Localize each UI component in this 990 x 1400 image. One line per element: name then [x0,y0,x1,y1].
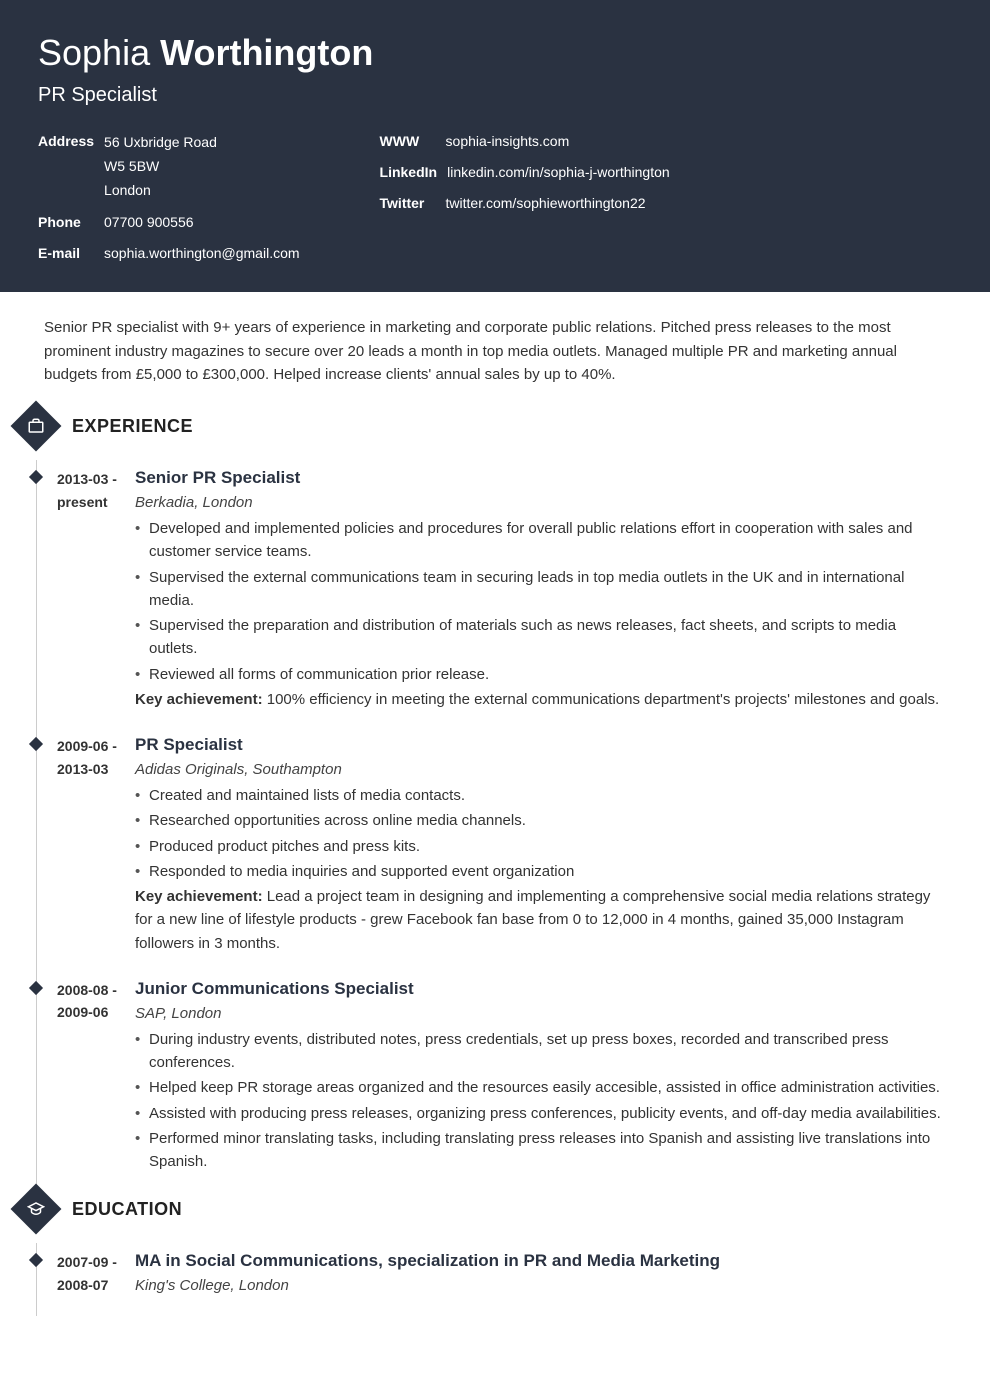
summary-text: Senior PR specialist with 9+ years of ex… [44,316,946,386]
experience-timeline: 2013-03 - present Senior PR Specialist Ber… [36,460,946,1191]
key-achievement: Key achievement: Lead a project team in … [135,885,946,955]
entry-subtitle: King's College, London [135,1277,946,1294]
bullet-item: Developed and implemented policies and p… [135,517,946,564]
address-line: 56 Uxbridge Road [104,131,217,155]
entry-title: Senior PR Specialist [135,468,946,488]
entry-dates: 2013-03 - present [37,468,117,711]
contact-twitter: Twitter twitter.com/sophieworthington22 [380,193,670,214]
contact-value: linkedin.com/in/sophia-j-worthington [447,162,670,183]
contact-value: twitter.com/sophieworthington22 [446,193,646,214]
bullet-item: Supervised the preparation and distribut… [135,614,946,661]
section-title: EXPERIENCE [72,416,193,437]
resume-header: Sophia Worthington PR Specialist Address… [0,0,990,292]
entry-body: MA in Social Communications, specializat… [135,1251,946,1300]
contact-label: LinkedIn [380,162,438,183]
timeline-entry: 2009-06 - 2013-03 PR Specialist Adidas Ori… [37,727,946,971]
section-education: EDUCATION 2007-09 - 2008-07MA in Social … [44,1191,946,1316]
key-achievement-label: Key achievement: [135,888,263,905]
contact-address: Address 56 Uxbridge Road W5 5BW London [38,131,300,202]
last-name: Worthington [160,32,373,73]
person-name: Sophia Worthington [38,32,952,74]
contact-value: sophia.worthington@gmail.com [104,243,300,264]
contact-value: sophia-insights.com [446,131,570,152]
bullet-item: Assisted with producing press releases, … [135,1102,946,1125]
graduation-cap-icon [11,1184,62,1235]
entry-body: Junior Communications Specialist SAP, Lon… [135,979,946,1176]
education-timeline: 2007-09 - 2008-07 MA in Social Communicat… [36,1243,946,1316]
entry-subtitle: Adidas Originals, Southampton [135,761,946,778]
key-achievement: Key achievement: 100% efficiency in meet… [135,688,946,711]
contact-label: Address [38,131,94,202]
contact-col-left: Address 56 Uxbridge Road W5 5BW London P… [38,131,300,264]
first-name: Sophia [38,32,150,73]
contact-label: Phone [38,212,94,233]
entry-body: PR Specialist Adidas Originals, Southampt… [135,735,946,955]
bullet-item: Researched opportunities across online m… [135,809,946,832]
entry-body: Senior PR Specialist Berkadia, London Deve… [135,468,946,711]
section-header: EDUCATION [44,1191,946,1227]
contact-www: WWW sophia-insights.com [380,131,670,152]
contact-value: 56 Uxbridge Road W5 5BW London [104,131,217,202]
timeline-entry: 2013-03 - present Senior PR Specialist Ber… [37,460,946,727]
section-header: EXPERIENCE [44,408,946,444]
entry-title: MA in Social Communications, specializat… [135,1251,946,1271]
timeline-entry: 2008-08 - 2009-06Junior Communications S… [37,971,946,1192]
briefcase-icon [11,401,62,452]
bullet-item: Reviewed all forms of communication prio… [135,663,946,686]
address-line: W5 5BW [104,155,217,179]
section-experience: EXPERIENCE 2013-03 - presentSenior PR Sp… [44,408,946,1191]
contact-phone: Phone 07700 900556 [38,212,300,233]
entry-title: Junior Communications Specialist [135,979,946,999]
bullet-item: Responded to media inquiries and support… [135,860,946,883]
bullet-item: Helped keep PR storage areas organized a… [135,1076,946,1099]
contact-email: E-mail sophia.worthington@gmail.com [38,243,300,264]
contact-label: Twitter [380,193,436,214]
key-achievement-text: 100% efficiency in meeting the external … [263,691,940,708]
address-line: London [104,179,217,203]
section-title: EDUCATION [72,1199,182,1220]
contact-label: E-mail [38,243,94,264]
bullet-item: Supervised the external communications t… [135,566,946,613]
bullet-item: During industry events, distributed note… [135,1028,946,1075]
bullet-item: Performed minor translating tasks, inclu… [135,1127,946,1174]
contact-value: 07700 900556 [104,212,194,233]
contact-col-right: WWW sophia-insights.com LinkedIn linkedi… [380,131,670,264]
entry-bullets: During industry events, distributed note… [135,1028,946,1174]
timeline-entry: 2007-09 - 2008-07 MA in Social Communicat… [37,1243,946,1316]
job-title: PR Specialist [38,84,952,107]
entry-dates: 2007-09 - 2008-07 [37,1251,117,1300]
contact-grid: Address 56 Uxbridge Road W5 5BW London P… [38,131,952,264]
entry-bullets: Developed and implemented policies and p… [135,517,946,686]
entry-subtitle: Berkadia, London [135,494,946,511]
entry-dates: 2008-08 - 2009-06 [37,979,117,1176]
key-achievement-label: Key achievement: [135,691,263,708]
resume-body: Senior PR specialist with 9+ years of ex… [0,292,990,1340]
bullet-item: Created and maintained lists of media co… [135,784,946,807]
contact-label: WWW [380,131,436,152]
entry-subtitle: SAP, London [135,1005,946,1022]
bullet-item: Produced product pitches and press kits. [135,835,946,858]
entry-title: PR Specialist [135,735,946,755]
entry-dates: 2009-06 - 2013-03 [37,735,117,955]
entry-bullets: Created and maintained lists of media co… [135,784,946,883]
contact-linkedin: LinkedIn linkedin.com/in/sophia-j-worthi… [380,162,670,183]
